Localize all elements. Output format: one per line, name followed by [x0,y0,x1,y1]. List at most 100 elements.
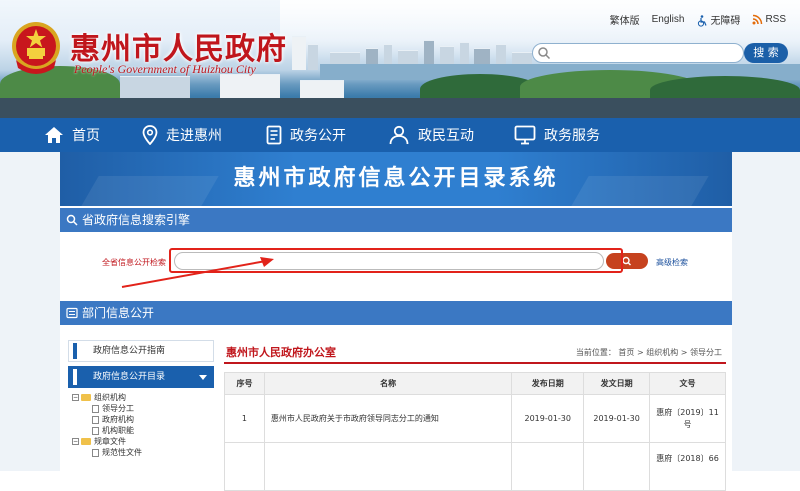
skyline-tower [292,36,306,70]
wheelchair-icon [698,15,707,27]
nav-item-gov-affairs[interactable]: 政务公开 [266,118,346,152]
dept-info-section-header: 部门信息公开 [60,301,732,325]
column-header-doc-number: 文号 [649,372,726,395]
rss-link[interactable]: RSS [752,14,786,25]
dept-header: 惠州市人民政府办公室 当前位置： 首页 > 组织机构 > 领导分工 [224,340,726,364]
breadcrumb: 当前位置： 首页 > 组织机构 > 领导分工 [575,348,722,357]
tree-item-leadership[interactable]: 领导分工 [68,403,214,414]
nav-item-label: 走进惠州 [166,128,222,144]
sidebar-item-label: 政府信息公开目录 [93,372,166,382]
row-issue-date [583,442,651,491]
dept-name: 惠州市人民政府办公室 [226,346,336,359]
sidebar-item-catalog[interactable]: 政府信息公开目录 [68,366,214,388]
nav-item-label: 政务公开 [290,128,346,144]
nav-item-home[interactable]: 首页 [44,118,100,152]
search-icon [538,47,551,60]
shoreline [0,98,800,118]
lakeside-building [300,80,344,100]
row-index: 1 [224,394,265,443]
section-title: 部门信息公开 [82,306,155,320]
file-icon [92,404,99,413]
rss-icon [752,14,763,25]
skyline-building [308,44,318,70]
nav-item-label: 政民互动 [418,128,474,144]
row-title-link[interactable] [263,442,513,491]
tree-label: 政府机构 [102,415,134,424]
row-doc-number: 惠府〔2018〕66 [649,442,726,491]
tree-folder-org[interactable]: − 组织机构 [68,392,214,403]
site-subtitle: People's Government of Huizhou City [74,62,256,76]
section-title: 省政府信息搜索引擎 [82,213,191,227]
english-link[interactable]: English [652,14,685,25]
search-icon [66,214,78,226]
dept-documents: 惠州市人民政府办公室 当前位置： 首页 > 组织机构 > 领导分工 序号 名称 … [224,340,726,491]
breadcrumb-home[interactable]: 首页 [618,348,634,357]
tree-label: 领导分工 [102,404,134,413]
breadcrumb-leadership[interactable]: 领导分工 [690,348,722,357]
file-icon [92,448,99,457]
traditional-chinese-link[interactable]: 繁体版 [610,12,640,27]
nav-item-interaction[interactable]: 政民互动 [388,118,474,152]
row-doc-number: 惠府〔2019〕11号 [649,394,726,443]
tree-item-gov-agencies[interactable]: 政府机构 [68,414,214,425]
column-header-issue-date: 发文日期 [583,372,651,395]
tree-item-normative-docs[interactable]: 规范性文件 [68,447,214,458]
chevron-down-icon [199,375,207,380]
home-icon [45,127,63,143]
monitor-icon [514,125,536,145]
collapse-icon[interactable]: − [72,394,79,401]
column-header-title: 名称 [263,372,513,395]
catalog-tree: − 组织机构 领导分工 政府机构 机构职能 − 规章文件 规范性文件 [68,392,214,458]
table-row[interactable]: 惠府〔2018〕66 [224,442,726,491]
main-nav: 首页 走进惠州 政务公开 政民互动 政务服务 [0,118,800,152]
row-publish-date [511,442,585,491]
advanced-search-link[interactable]: 高级检索 [656,257,688,268]
column-header-index: 序号 [224,372,265,395]
main-content: 惠州市政府信息公开目录系统 省政府信息搜索引擎 全省信息公开检索 高级检索 部门… [60,152,732,491]
row-issue-date: 2019-01-30 [583,394,651,443]
site-search-input[interactable] [532,43,744,63]
lakeside-building [120,76,190,100]
folder-icon [81,394,91,401]
tree-label: 机构职能 [102,426,134,435]
breadcrumb-org[interactable]: 组织机构 [646,348,678,357]
nav-item-services[interactable]: 政务服务 [514,118,600,152]
location-pin-icon [142,125,158,145]
tree-label: 规章文件 [94,437,126,446]
sidebar-marker [73,343,77,359]
top-links: 繁体版 English 无障碍 RSS [610,12,786,27]
accessibility-label: 无障碍 [710,16,741,27]
table-header-row: 序号 名称 发布日期 发文日期 文号 [224,372,726,395]
tree-label: 规范性文件 [102,448,142,457]
nav-item-label: 政务服务 [544,128,600,144]
documents-table: 序号 名称 发布日期 发文日期 文号 1 惠州市人民政府关于市政府领导同志分工的… [224,372,726,491]
row-publish-date: 2019-01-30 [511,394,585,443]
folder-icon [81,438,91,445]
national-emblem-icon [12,22,60,74]
nav-item-explore[interactable]: 走进惠州 [142,118,222,152]
nav-item-label: 首页 [72,128,100,144]
people-icon [389,125,409,145]
sidebar-item-guide[interactable]: 政府信息公开指南 [68,340,214,362]
system-title: 惠州市政府信息公开目录系统 [233,166,559,191]
sidebar-marker [73,369,77,385]
row-title-link[interactable]: 惠州市人民政府关于市政府领导同志分工的通知 [263,394,513,443]
sidebar: 政府信息公开指南 政府信息公开目录 − 组织机构 领导分工 政府机构 机构职能 −… [68,340,214,458]
file-icon [92,426,99,435]
document-icon [266,125,282,145]
rss-label: RSS [765,14,786,26]
tree-item-functions[interactable]: 机构职能 [68,425,214,436]
breadcrumb-prefix: 当前位置： [575,348,616,357]
lakeside-building [220,74,280,100]
collapse-icon[interactable]: − [72,438,79,445]
system-title-banner: 惠州市政府信息公开目录系统 [60,152,732,206]
tree-folder-regulations[interactable]: − 规章文件 [68,436,214,447]
column-header-publish-date: 发布日期 [511,372,585,395]
tree-label: 组织机构 [94,393,126,402]
file-icon [92,415,99,424]
accessibility-link[interactable]: 无障碍 [696,12,740,27]
sidebar-item-label: 政府信息公开指南 [93,346,166,356]
province-search-section-header: 省政府信息搜索引擎 [60,208,732,232]
table-row[interactable]: 1 惠州市人民政府关于市政府领导同志分工的通知 2019-01-30 2019-… [224,394,726,443]
site-search-button[interactable]: 搜 索 [744,43,788,63]
